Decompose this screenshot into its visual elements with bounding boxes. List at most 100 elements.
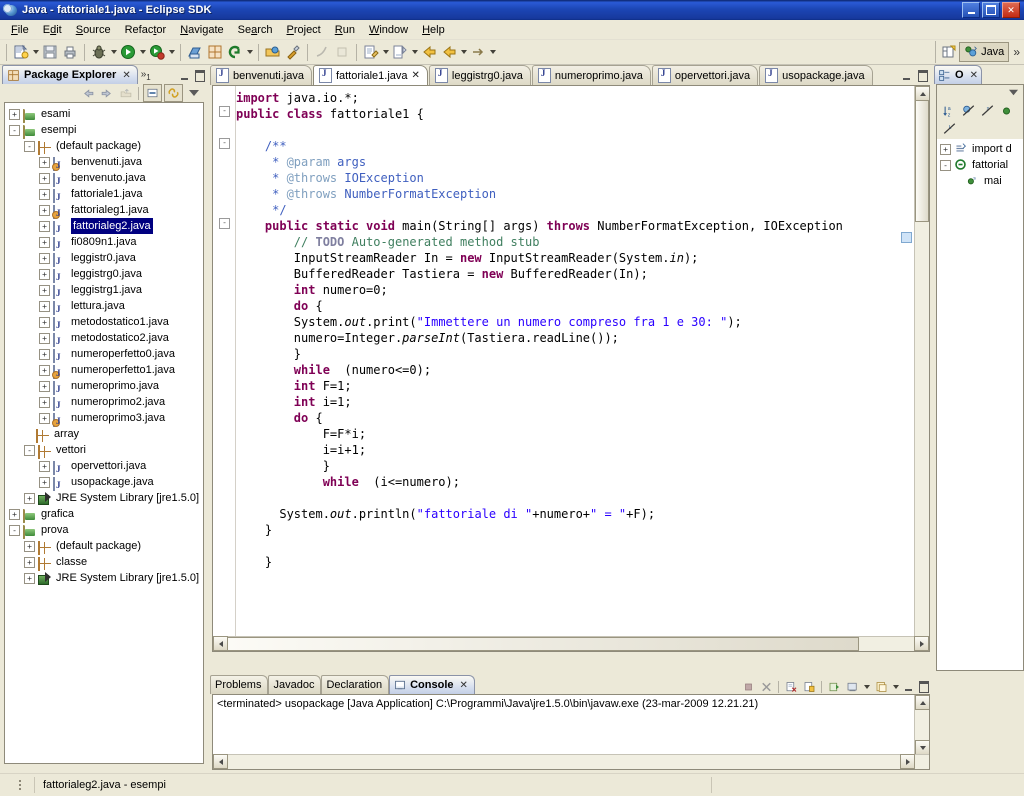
expand-icon[interactable]: + bbox=[39, 460, 50, 472]
source-code[interactable]: import java.io.*; public class fattoriale… bbox=[236, 90, 914, 570]
search-icon[interactable] bbox=[225, 42, 245, 62]
editor-vscrollbar[interactable] bbox=[914, 86, 929, 651]
tree-item[interactable]: + grafica bbox=[5, 506, 203, 523]
tree-item[interactable]: + leggistrg0.java bbox=[5, 266, 203, 283]
expand-icon[interactable]: + bbox=[39, 252, 50, 264]
console-tab[interactable]: Console ✕ bbox=[389, 675, 475, 694]
previous-annotation-icon[interactable] bbox=[312, 42, 332, 62]
forward-arrow-icon[interactable] bbox=[468, 42, 488, 62]
expand-icon[interactable]: + bbox=[9, 108, 20, 120]
editor-tab[interactable]: opervettori.java bbox=[651, 65, 759, 85]
open-type-icon[interactable] bbox=[263, 42, 283, 62]
console-maximize-button[interactable] bbox=[917, 681, 930, 693]
hide-nonpublic-icon[interactable] bbox=[998, 103, 1014, 118]
package-explorer-tree-container[interactable]: +esami-esempi-(default package)+benvenut… bbox=[4, 102, 204, 764]
tree-item[interactable]: + fattorialeg2.java bbox=[5, 218, 203, 235]
tree-item[interactable]: + lettura.java bbox=[5, 298, 203, 315]
outline-tree[interactable]: + import d - fattorial s mai bbox=[937, 139, 1023, 189]
menu-run[interactable]: Run bbox=[328, 22, 362, 38]
expand-icon[interactable]: + bbox=[39, 380, 50, 392]
vscroll-thumb[interactable] bbox=[915, 100, 929, 222]
close-icon[interactable]: ✕ bbox=[122, 70, 130, 81]
scroll-right-arrow[interactable] bbox=[914, 636, 929, 651]
pin-console-icon[interactable] bbox=[844, 680, 860, 695]
remove-all-icon[interactable] bbox=[783, 680, 799, 695]
editor-tab[interactable]: usopackage.java bbox=[759, 65, 873, 85]
collapse-icon[interactable]: - bbox=[9, 124, 20, 136]
collapse-icon[interactable]: - bbox=[940, 159, 951, 171]
tree-item[interactable]: + JRE System Library [jre1.5.0] bbox=[5, 490, 203, 506]
fold-marker[interactable]: - bbox=[219, 138, 230, 149]
menu-project[interactable]: Project bbox=[280, 22, 328, 38]
link-with-editor-icon[interactable] bbox=[164, 84, 183, 102]
expand-icon[interactable]: + bbox=[39, 268, 50, 280]
run-dropdown-icon[interactable] bbox=[138, 42, 147, 62]
console-output-container[interactable]: <terminated> usopackage [Java Applicatio… bbox=[212, 694, 930, 770]
editor-hscrollbar[interactable] bbox=[213, 636, 929, 651]
menu-help[interactable]: Help bbox=[415, 22, 452, 38]
hscroll-thumb[interactable] bbox=[227, 637, 859, 651]
console-tab[interactable]: Declaration bbox=[321, 675, 390, 694]
menu-source[interactable]: Source bbox=[69, 22, 118, 38]
expand-icon[interactable]: + bbox=[39, 300, 50, 312]
code-editor[interactable]: - - - import java.io.*; public class fatt… bbox=[212, 85, 930, 652]
new-java-class-icon[interactable] bbox=[205, 42, 225, 62]
console-minimize-button[interactable] bbox=[902, 681, 915, 693]
save-icon[interactable] bbox=[40, 42, 60, 62]
terminate-icon[interactable] bbox=[740, 680, 756, 695]
tree-item[interactable]: + fattoriale1.java bbox=[5, 186, 203, 203]
forward-icon[interactable] bbox=[439, 42, 459, 62]
tree-item[interactable]: + classe bbox=[5, 554, 203, 571]
scroll-up-arrow[interactable] bbox=[915, 86, 929, 101]
tree-item[interactable]: + usopackage.java bbox=[5, 474, 203, 491]
expand-icon[interactable]: + bbox=[24, 556, 35, 568]
collapse-icon[interactable]: - bbox=[24, 140, 35, 152]
package-explorer-tree[interactable]: +esami-esempi-(default package)+benvenut… bbox=[5, 103, 203, 586]
scroll-left-arrow[interactable] bbox=[213, 636, 228, 651]
tree-item[interactable]: + numeroprimo.java bbox=[5, 378, 203, 395]
expand-icon[interactable]: + bbox=[39, 220, 50, 232]
scroll-lock-icon[interactable] bbox=[826, 680, 842, 695]
scroll-down-arrow[interactable] bbox=[915, 740, 929, 755]
scroll-left-arrow[interactable] bbox=[213, 754, 228, 769]
close-button[interactable]: ✕ bbox=[1002, 2, 1020, 18]
tree-item[interactable]: + fattorialeg1.java bbox=[5, 202, 203, 219]
tree-item[interactable]: + numeroprimo2.java bbox=[5, 394, 203, 411]
expand-icon[interactable]: + bbox=[39, 188, 50, 200]
external-tools-dropdown-icon[interactable] bbox=[167, 42, 176, 62]
tree-item[interactable]: + numeroperfetto0.java bbox=[5, 346, 203, 363]
up-icon[interactable] bbox=[117, 85, 134, 101]
remove-launch-icon[interactable] bbox=[758, 680, 774, 695]
last-edit-location-icon[interactable] bbox=[361, 42, 381, 62]
perspective-java[interactable]: Java bbox=[959, 42, 1010, 62]
tree-item[interactable]: - esempi bbox=[5, 122, 203, 139]
tree-item[interactable]: - vettori bbox=[5, 442, 203, 459]
menu-window[interactable]: Window bbox=[362, 22, 415, 38]
expand-icon[interactable]: + bbox=[24, 540, 35, 552]
expand-icon[interactable]: + bbox=[39, 332, 50, 344]
tree-item[interactable]: + numeroperfetto1.java bbox=[5, 362, 203, 379]
collapse-icon[interactable]: - bbox=[9, 524, 20, 536]
console-tab[interactable]: Problems bbox=[210, 675, 269, 694]
expand-icon[interactable]: + bbox=[39, 156, 50, 168]
build-all-icon[interactable] bbox=[283, 42, 303, 62]
expand-icon[interactable]: + bbox=[39, 316, 50, 328]
menu-refactor[interactable]: Refactor bbox=[118, 22, 174, 38]
view-menu-icon[interactable] bbox=[1006, 85, 1020, 99]
sort-icon[interactable]: az bbox=[941, 103, 957, 118]
tree-item[interactable]: + numeroprimo3.java bbox=[5, 410, 203, 427]
expand-icon[interactable]: + bbox=[39, 348, 50, 360]
new-wizard-icon[interactable] bbox=[11, 42, 31, 62]
tree-item[interactable]: array bbox=[5, 426, 203, 443]
view-minimize-button[interactable] bbox=[178, 70, 191, 82]
fold-marker[interactable]: - bbox=[219, 218, 230, 229]
tab-package-explorer[interactable]: Package Explorer ✕ bbox=[2, 65, 138, 84]
expand-icon[interactable]: + bbox=[39, 412, 50, 424]
view-overflow-indicator[interactable]: »1 bbox=[138, 69, 153, 84]
back-icon[interactable] bbox=[79, 85, 96, 101]
new-java-package-icon[interactable] bbox=[185, 42, 205, 62]
tree-item[interactable]: + fi0809n1.java bbox=[5, 234, 203, 251]
maximize-button[interactable] bbox=[982, 2, 1000, 18]
open-perspective-icon[interactable] bbox=[939, 42, 959, 62]
tree-item[interactable]: + JRE System Library [jre1.5.0] bbox=[5, 570, 203, 586]
